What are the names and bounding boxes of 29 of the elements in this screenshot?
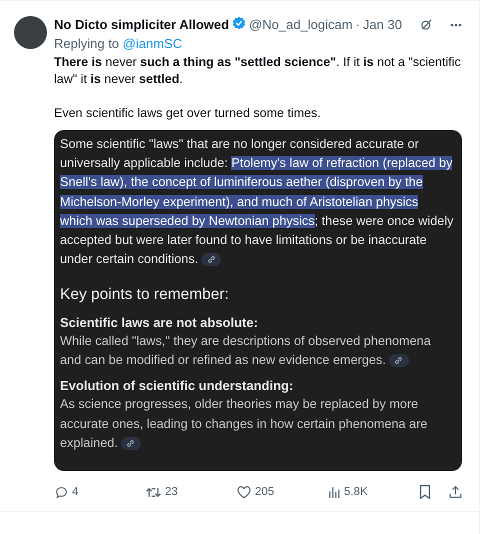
link-icon[interactable] xyxy=(201,253,222,266)
bar-chart-icon[interactable] xyxy=(328,486,340,498)
action-count: 205 xyxy=(255,486,274,498)
replying-label: Replying to xyxy=(54,36,120,51)
bookmark-icon[interactable] xyxy=(419,485,431,500)
repost-icon[interactable] xyxy=(146,486,161,499)
separator: · xyxy=(356,17,360,32)
action-count: 5.8K xyxy=(344,486,368,498)
link-icon[interactable] xyxy=(120,436,141,450)
share-icon[interactable] xyxy=(449,485,462,500)
action-count: 4 xyxy=(72,486,78,498)
heart-icon[interactable] xyxy=(237,486,251,499)
slashed-circle-icon[interactable] xyxy=(420,18,433,31)
link-icon[interactable] xyxy=(388,354,409,368)
section-heading: Key points to remember: xyxy=(60,285,230,305)
author-name[interactable]: No Dicto simpliciter Allowed xyxy=(54,17,230,32)
reply-icon[interactable] xyxy=(55,486,68,499)
more-icon[interactable] xyxy=(450,22,462,26)
point-title: Scientific laws are not absolute: xyxy=(60,314,259,332)
point-text: While called "laws," they are descriptions of observed phenomena and can be modified or refined as new evidence emerges. xyxy=(60,334,431,368)
action-count: 23 xyxy=(165,486,178,498)
point-text: As science progresses, older theories may be replaced by more accurate ones, leading to changes in how certain phenomena are explained. xyxy=(60,397,428,450)
post-text: Even scientific laws get over turned some times. xyxy=(54,105,322,122)
verified-badge-icon[interactable] xyxy=(232,16,246,30)
avatar[interactable] xyxy=(14,16,47,49)
point-title: Evolution of scientific understanding: xyxy=(60,377,294,396)
post-date[interactable]: Jan 30 xyxy=(362,17,402,32)
post-text: There is never such a thing as "settled science". If it is not a "scientific law" it is never settled. xyxy=(54,54,462,88)
author-handle[interactable]: @No_ad_logicam xyxy=(249,17,353,32)
